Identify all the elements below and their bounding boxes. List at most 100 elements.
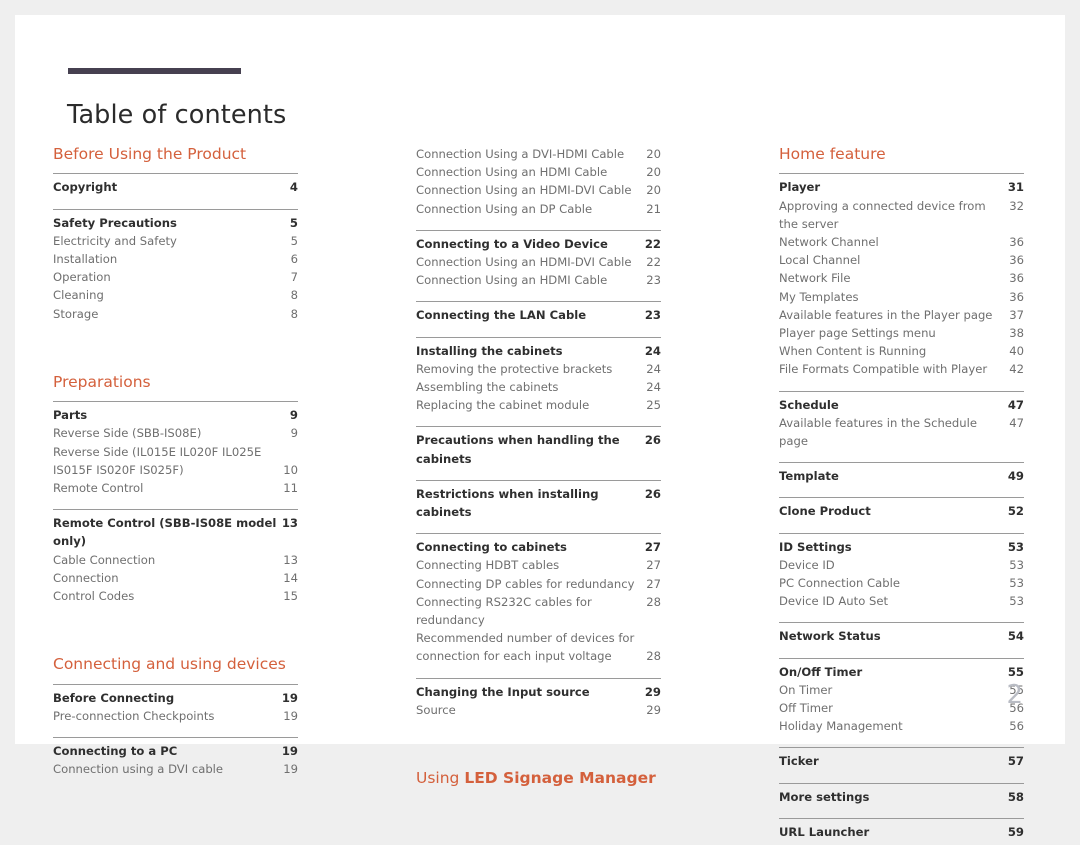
toc-entry-heading[interactable]: More settings 58	[779, 788, 1024, 806]
toc-entry-heading[interactable]: Player 31	[779, 178, 1024, 196]
toc-entry-page: 23	[646, 273, 661, 288]
toc-entry[interactable]: Assembling the cabinets 24	[416, 378, 661, 396]
toc-entry[interactable]: Reverse Side (SBB-IS08E) 9	[53, 424, 298, 442]
toc-entry-heading[interactable]: Connecting the LAN Cable 23	[416, 306, 661, 324]
toc-entry[interactable]: Reverse Side (IL015E IL020F IL025E IS015…	[53, 443, 298, 479]
toc-entry-heading[interactable]: Connecting to a PC 19	[53, 742, 298, 760]
toc-entry-page: 54	[1007, 629, 1024, 644]
toc-entry[interactable]: Removing the protective brackets 24	[416, 360, 661, 378]
toc-entry-heading[interactable]: ID Settings 53	[779, 538, 1024, 556]
toc-entry-heading[interactable]: On/Off Timer 55	[779, 663, 1024, 681]
toc-entry[interactable]: Cable Connection 13	[53, 551, 298, 569]
toc-entry[interactable]: Remote Control 11	[53, 479, 298, 497]
toc-group: Network Status 54	[779, 622, 1024, 649]
toc-entry-page: 59	[1007, 824, 1024, 839]
toc-entry[interactable]: Storage 8	[53, 305, 298, 323]
toc-entry[interactable]: Connecting HDBT cables 27	[416, 556, 661, 574]
toc-entry[interactable]: Electricity and Safety 5	[53, 232, 298, 250]
toc-entry[interactable]: Available features in the Schedule page 4…	[779, 414, 1024, 450]
toc-entry[interactable]: Connecting DP cables for redundancy 27	[416, 575, 661, 593]
toc-entry[interactable]: Source 29	[416, 701, 661, 719]
toc-entry-label: More settings	[779, 789, 870, 804]
toc-entry[interactable]: Connection Using an HDMI-DVI Cable 20	[416, 181, 661, 199]
toc-entry-heading[interactable]: Before Connecting 19	[53, 689, 298, 707]
toc-entry[interactable]: Off Timer 56	[779, 699, 1024, 717]
toc-entry-label: When Content is Running	[779, 344, 927, 359]
toc-entry-heading[interactable]: Clone Product 52	[779, 502, 1024, 520]
toc-entry-heading[interactable]: Restrictions when installing cabinets 26	[416, 485, 661, 521]
column-1: Before Using the Product Copyright 4 Safety…	[53, 145, 298, 845]
toc-entry[interactable]: Connection Using an DP Cable 21	[416, 200, 661, 218]
toc-entry-label: Connecting RS232C cables for redundancy	[416, 594, 592, 628]
toc-entry-heading[interactable]: URL Launcher 59	[779, 823, 1024, 841]
toc-entry-heading[interactable]: Precautions when handling the cabinets 26	[416, 431, 661, 467]
toc-entry[interactable]: Device ID 53	[779, 556, 1024, 574]
toc-group: Parts 9 Reverse Side (SBB-IS08E) 9 Reverse S…	[53, 401, 298, 501]
toc-entry-heading[interactable]: Schedule 47	[779, 396, 1024, 414]
toc-entry-heading[interactable]: Connecting to a Video Device 22	[416, 235, 661, 253]
toc-entry-page: 9	[289, 408, 298, 423]
toc-group: Connecting the LAN Cable 23	[416, 301, 661, 328]
toc-entry-heading[interactable]: Safety Precautions 5	[53, 214, 298, 232]
toc-entry[interactable]: My Templates 36	[779, 288, 1024, 306]
toc-entry[interactable]: Available features in the Player page 37	[779, 306, 1024, 324]
toc-entry-page: 5	[290, 233, 298, 248]
toc-entry[interactable]: Connecting RS232C cables for redundancy 2…	[416, 593, 661, 629]
toc-entry[interactable]: Control Codes 15	[53, 587, 298, 605]
toc-entry-label: Available features in the Player page	[779, 307, 993, 322]
toc-group: Ticker 57	[779, 747, 1024, 774]
toc-group: Clone Product 52	[779, 497, 1024, 524]
toc-entry[interactable]: Operation 7	[53, 268, 298, 286]
toc-entry-heading[interactable]: Copyright 4	[53, 178, 298, 196]
toc-entry[interactable]: Device ID Auto Set 53	[779, 592, 1024, 610]
toc-entry-heading[interactable]: Installing the cabinets 24	[416, 342, 661, 360]
toc-entry-label: Network Status	[779, 629, 881, 644]
toc-entry[interactable]: Connection Using an HDMI Cable 20	[416, 163, 661, 181]
toc-entry[interactable]: Player page Settings menu 38	[779, 324, 1024, 342]
toc-entry-label: On/Off Timer	[779, 664, 863, 679]
section-heading: Preparations	[53, 372, 151, 391]
toc-entry-heading[interactable]: Parts 9	[53, 406, 298, 424]
toc-entry-heading[interactable]: Template 49	[779, 467, 1024, 485]
toc-entry[interactable]: On Timer 55	[779, 681, 1024, 699]
toc-entry-label: URL Launcher	[779, 824, 870, 839]
toc-entry[interactable]: Replacing the cabinet module 25	[416, 396, 661, 414]
title-rule	[68, 68, 241, 74]
column-2: Connection Using a DVI-HDMI Cable 20 Conne…	[416, 145, 661, 845]
toc-entry-label: Connection Using a DVI-HDMI Cable	[416, 147, 625, 161]
toc-group: Copyright 4	[53, 173, 298, 200]
toc-entry[interactable]: Connection Using an HDMI Cable 23	[416, 271, 661, 289]
toc-entry[interactable]: Connection 14	[53, 569, 298, 587]
toc-entry-label: Removing the protective brackets	[416, 361, 613, 376]
toc-entry-label: Safety Precautions	[53, 215, 177, 230]
toc-entry[interactable]: When Content is Running 40	[779, 342, 1024, 360]
toc-entry[interactable]: Connection Using a DVI-HDMI Cable 20	[416, 145, 661, 163]
toc-entry[interactable]: Holiday Management 56	[779, 717, 1024, 735]
toc-group: Changing the Input source 29 Source 29	[416, 677, 661, 723]
toc-entry-page: 11	[283, 480, 298, 495]
toc-entry[interactable]: Network Channel 36	[779, 233, 1024, 251]
toc-entry-page: 21	[646, 201, 661, 216]
toc-entry[interactable]: Network File 36	[779, 269, 1024, 287]
toc-entry-label: Source	[416, 702, 456, 717]
toc-entry-label: Parts	[53, 408, 88, 423]
section-heading: Using LED Signage Manager	[416, 769, 661, 788]
toc-entry[interactable]: Cleaning 8	[53, 286, 298, 304]
toc-entry[interactable]: Installation 6	[53, 250, 298, 268]
toc-entry-heading[interactable]: Changing the Input source 29	[416, 683, 661, 701]
toc-entry[interactable]: Connection Using an HDMI-DVI Cable 22	[416, 253, 661, 271]
toc-entry-heading[interactable]: Connecting to cabinets 27	[416, 538, 661, 556]
toc-entry-heading[interactable]: Remote Control (SBB-IS08E model only) 13	[53, 514, 298, 550]
toc-entry[interactable]: Local Channel 36	[779, 251, 1024, 269]
toc-entry-label: Connection Using an HDMI-DVI Cable	[416, 183, 632, 198]
toc-entry-heading[interactable]: Network Status 54	[779, 627, 1024, 645]
toc-entry[interactable]: Recommended number of devices for connec…	[416, 629, 661, 665]
toc-entry-label: Connection Using an HDMI Cable	[416, 273, 608, 288]
toc-entry-label: Remote Control	[53, 480, 144, 495]
toc-entry[interactable]: File Formats Compatible with Player 42	[779, 360, 1024, 378]
toc-entry-page: 29	[644, 684, 661, 699]
toc-entry[interactable]: Pre-connection Checkpoints 19	[53, 707, 298, 725]
toc-entry[interactable]: Approving a connected device from the se…	[779, 197, 1024, 233]
toc-entry[interactable]: PC Connection Cable 53	[779, 574, 1024, 592]
toc-entry-heading[interactable]: Ticker 57	[779, 752, 1024, 770]
